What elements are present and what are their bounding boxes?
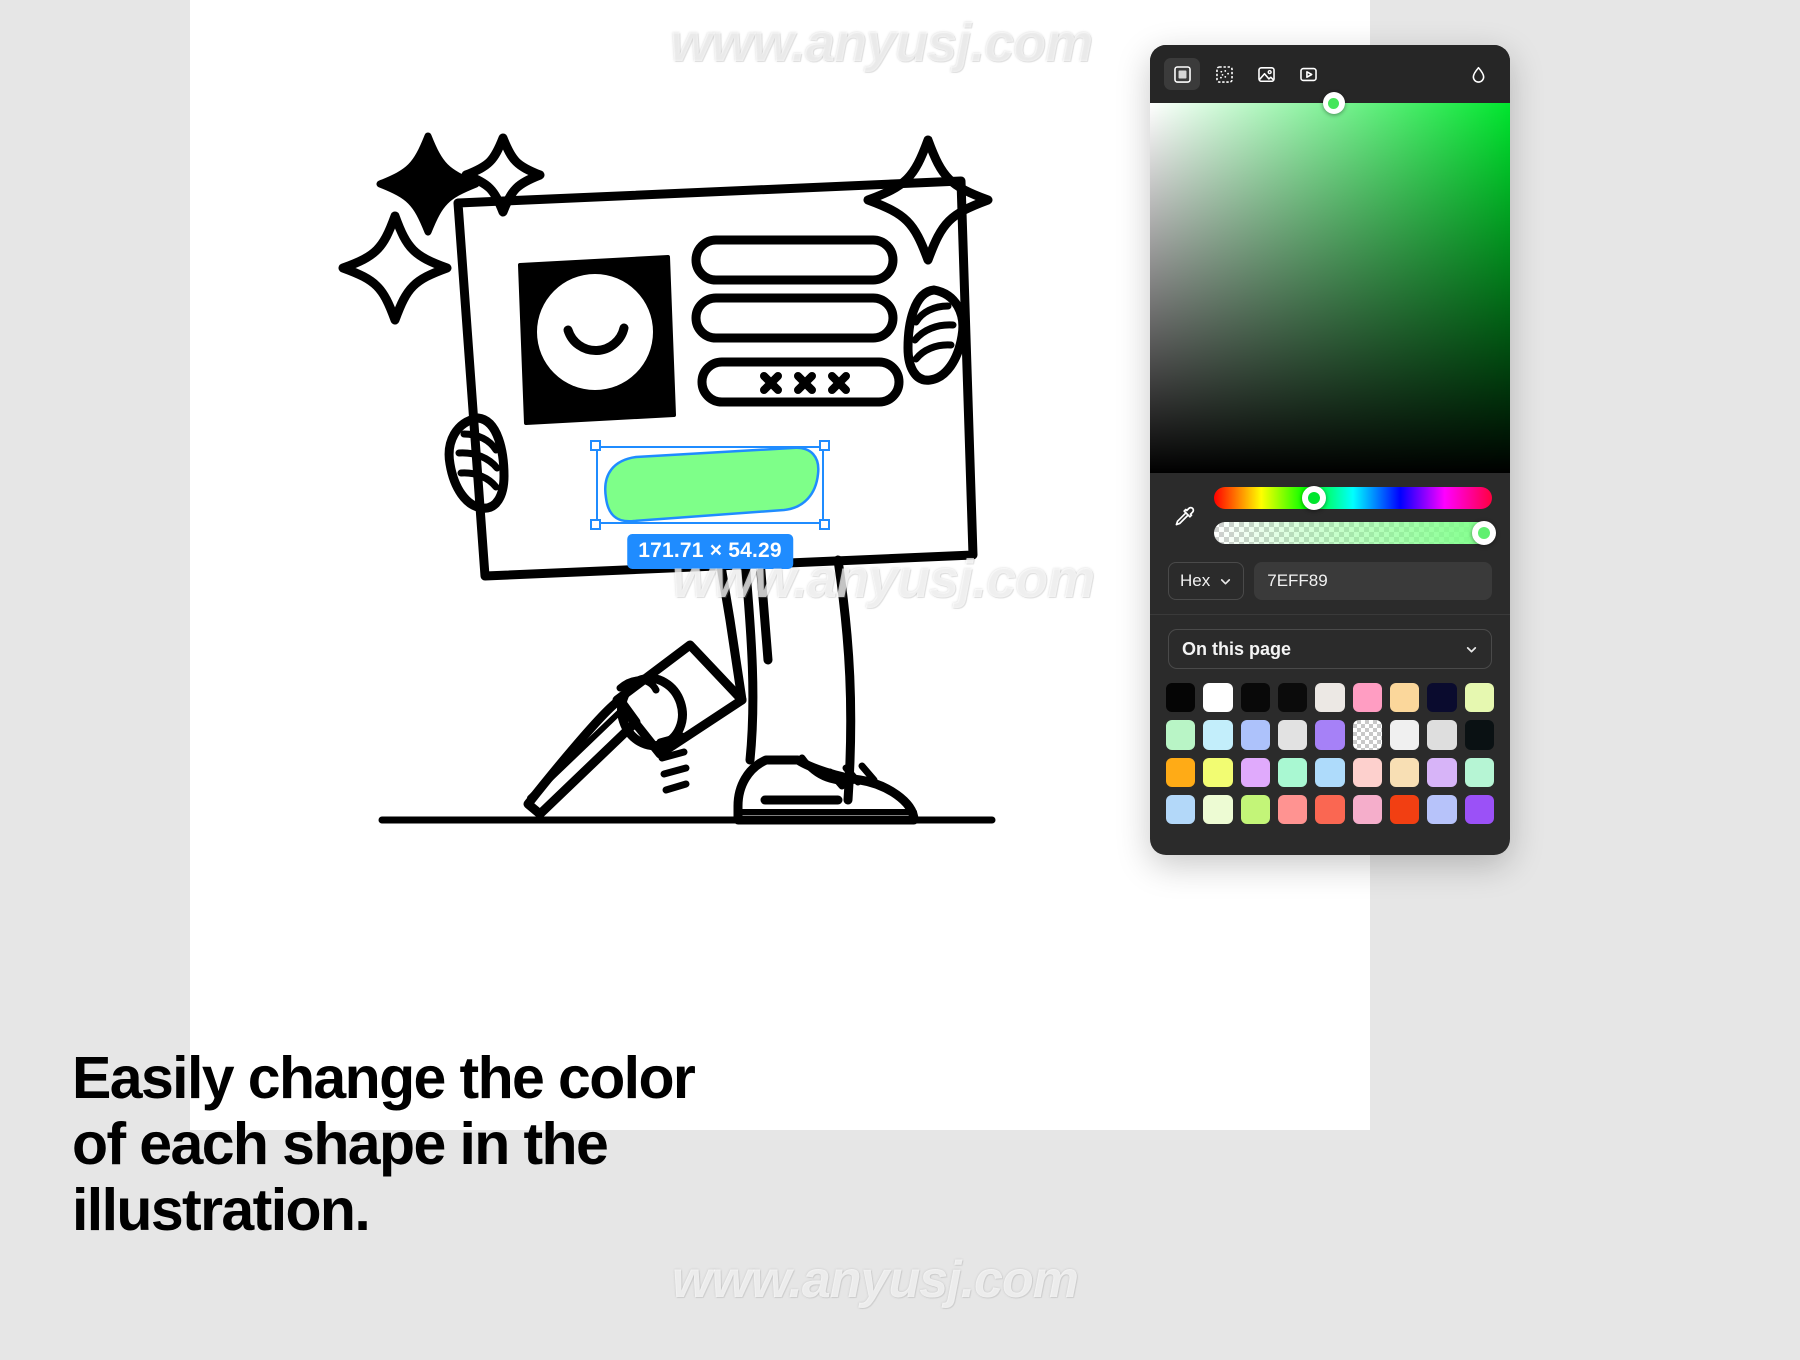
color-swatch[interactable]	[1464, 720, 1495, 750]
swatch-scope-dropdown[interactable]: On this page	[1168, 629, 1492, 669]
color-swatch[interactable]	[1240, 720, 1271, 750]
color-swatch[interactable]	[1315, 683, 1345, 713]
resize-handle-top-left[interactable]	[590, 440, 601, 451]
alpha-slider-knob[interactable]	[1471, 521, 1496, 545]
color-swatch[interactable]	[1203, 683, 1233, 713]
color-value-row: Hex %	[1150, 550, 1510, 614]
color-format-dropdown[interactable]: Hex	[1168, 562, 1245, 600]
slider-area	[1150, 473, 1510, 550]
color-swatch[interactable]	[1203, 757, 1233, 788]
color-swatch[interactable]	[1166, 757, 1196, 788]
color-swatch[interactable]	[1315, 757, 1345, 788]
hex-input-group[interactable]: %	[1254, 562, 1492, 600]
color-swatch[interactable]	[1278, 720, 1308, 750]
color-swatch[interactable]	[1315, 795, 1345, 825]
scope-row: On this page	[1150, 615, 1510, 679]
color-swatch[interactable]	[1203, 795, 1233, 825]
color-swatch[interactable]	[1203, 720, 1233, 750]
watermark-bottom: www.anyusj.com	[672, 1251, 1079, 1309]
caption-line-3: illustration.	[72, 1177, 371, 1244]
fill-type-noise-button[interactable]	[1206, 58, 1242, 90]
color-swatch[interactable]	[1240, 795, 1271, 825]
watermark-top: www.anyusj.com	[670, 13, 1093, 73]
resize-handle-top-right[interactable]	[819, 440, 830, 451]
color-picker-panel[interactable]: Hex % On this page	[1150, 45, 1510, 855]
color-swatch[interactable]	[1427, 795, 1457, 825]
blend-mode-button[interactable]	[1460, 58, 1496, 90]
video-fill-icon	[1299, 67, 1317, 81]
slider-stack	[1214, 486, 1496, 545]
hue-slider[interactable]	[1214, 486, 1492, 510]
color-swatch[interactable]	[1166, 683, 1196, 713]
color-swatch[interactable]	[1390, 757, 1420, 788]
watermark-middle: www.anyusj.com	[672, 549, 1095, 609]
color-swatch[interactable]	[1352, 757, 1383, 788]
caption-line-2: of each shape in the	[72, 1111, 609, 1178]
color-swatch[interactable]	[1240, 683, 1271, 713]
eyedropper-icon	[1175, 506, 1195, 525]
resize-handle-bottom-right[interactable]	[819, 519, 830, 530]
resize-handle-bottom-left[interactable]	[590, 519, 601, 530]
color-swatch[interactable]	[1464, 683, 1495, 713]
color-swatch[interactable]	[1352, 720, 1383, 750]
color-swatch[interactable]	[1352, 683, 1383, 713]
chevron-down-icon	[1221, 578, 1231, 584]
fill-type-image-button[interactable]	[1248, 58, 1284, 90]
color-swatch[interactable]	[1352, 795, 1383, 825]
color-swatch[interactable]	[1390, 683, 1420, 713]
color-swatch-grid[interactable]	[1150, 679, 1510, 840]
color-swatch[interactable]	[1464, 757, 1495, 788]
color-format-label: Hex	[1180, 571, 1211, 590]
chevron-down-icon	[1466, 646, 1477, 653]
hex-input[interactable]	[1254, 571, 1492, 591]
color-swatch[interactable]	[1278, 795, 1308, 825]
image-fill-icon	[1257, 66, 1275, 82]
fill-type-video-button[interactable]	[1290, 58, 1326, 90]
color-swatch[interactable]	[1427, 683, 1457, 713]
color-swatch[interactable]	[1427, 720, 1457, 750]
hue-slider-knob[interactable]	[1302, 486, 1327, 510]
color-swatch[interactable]	[1278, 757, 1308, 788]
color-swatch[interactable]	[1390, 720, 1420, 750]
color-swatch[interactable]	[1315, 720, 1345, 750]
selection-overlay[interactable]: 171.71 × 54.29	[590, 440, 830, 569]
color-swatch[interactable]	[1464, 795, 1495, 825]
caption-line-1: Easily change the color	[72, 1045, 696, 1111]
saturation-value-field[interactable]	[1150, 92, 1510, 473]
color-swatch[interactable]	[1166, 720, 1196, 750]
color-swatch[interactable]	[1278, 683, 1308, 713]
color-swatch[interactable]	[1166, 795, 1196, 825]
eyedropper-button[interactable]	[1168, 490, 1202, 542]
swatch-scope-label: On this page	[1182, 638, 1292, 659]
alpha-slider[interactable]	[1214, 521, 1496, 545]
saturation-value-cursor[interactable]	[1322, 92, 1345, 114]
color-swatch[interactable]	[1240, 757, 1271, 788]
selection-bounding-box	[596, 446, 824, 524]
gradient-noise-icon	[1215, 65, 1233, 83]
caption-text: Easily change the color of each shape in…	[72, 1045, 832, 1243]
solid-fill-icon	[1173, 65, 1191, 83]
color-swatch[interactable]	[1427, 757, 1457, 788]
blend-drop-icon	[1472, 66, 1484, 83]
color-swatch[interactable]	[1390, 795, 1420, 825]
fill-type-solid-button[interactable]	[1164, 58, 1200, 90]
